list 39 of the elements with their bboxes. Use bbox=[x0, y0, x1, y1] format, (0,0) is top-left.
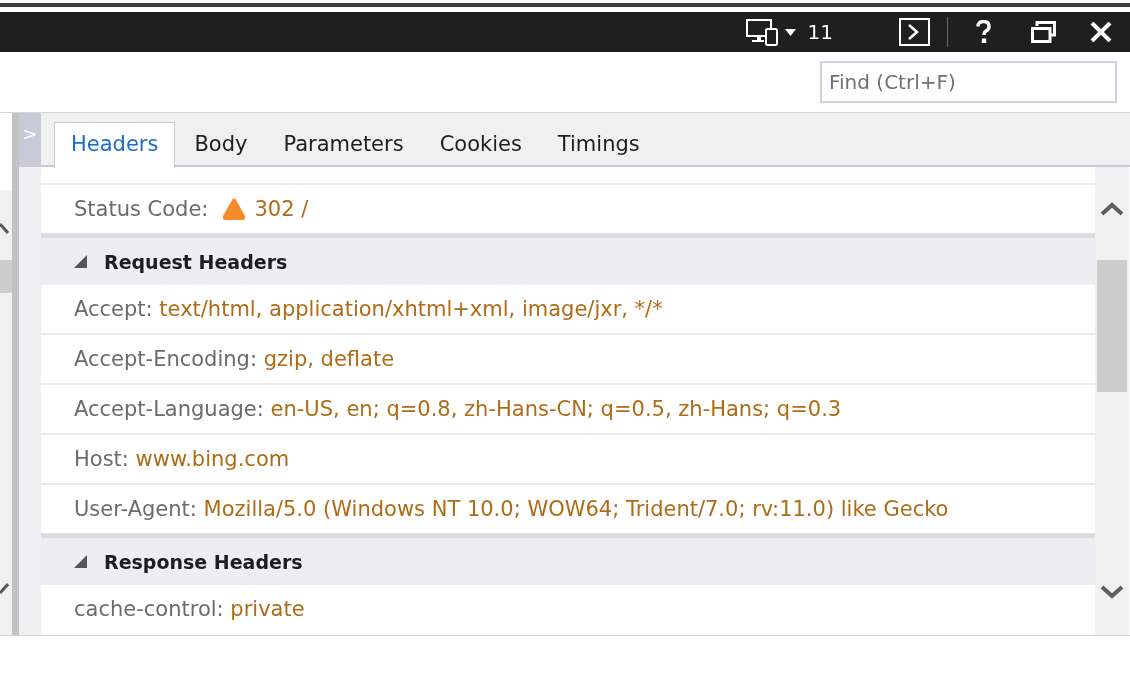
header-value: private bbox=[230, 597, 305, 621]
header-value: gzip, deflate bbox=[263, 347, 395, 371]
help-icon[interactable] bbox=[976, 20, 991, 44]
tab[interactable]: Parameters bbox=[266, 122, 421, 168]
find-field[interactable]: Find (Ctrl+F) bbox=[820, 61, 1117, 103]
header-name: Accept-Encoding: bbox=[74, 347, 257, 371]
header-name: Accept-Language: bbox=[74, 397, 264, 421]
header-value: www.bing.com bbox=[135, 447, 290, 471]
scrollbar-track[interactable] bbox=[1095, 167, 1129, 635]
tab[interactable]: Headers bbox=[54, 122, 176, 168]
scroll-down-icon[interactable] bbox=[1100, 585, 1124, 599]
status-label: Status Code: bbox=[74, 197, 209, 221]
header-name: Host: bbox=[74, 447, 129, 471]
scroll-up-icon[interactable] bbox=[0, 223, 9, 235]
emulation-dropdown[interactable]: 11 bbox=[745, 18, 833, 46]
tab[interactable]: Body bbox=[177, 122, 265, 168]
close-icon[interactable] bbox=[1090, 22, 1112, 42]
console-icon[interactable] bbox=[899, 18, 930, 46]
header-name: User-Agent: bbox=[74, 497, 197, 521]
warning-icon bbox=[222, 198, 247, 220]
section-title: Request Headers bbox=[104, 250, 288, 273]
scroll-down-icon[interactable] bbox=[0, 582, 9, 594]
scrollbar-thumb[interactable] bbox=[1097, 260, 1127, 392]
header-value: Mozilla/5.0 (Windows NT 10.0; WOW64; Trident/7.0; rv:11.0) like Gecko bbox=[203, 497, 949, 521]
section-header[interactable]: Request Headers bbox=[41, 238, 1095, 285]
monitor-phone-icon bbox=[745, 18, 778, 46]
section-header[interactable]: Response Headers bbox=[41, 538, 1095, 585]
header-value: en-US, en; q=0.8, zh-Hans-CN; q=0.5, zh-Hans; q=0.3 bbox=[270, 397, 842, 421]
restore-icon[interactable] bbox=[1031, 21, 1056, 43]
tab[interactable]: Timings bbox=[540, 122, 657, 168]
tab[interactable]: Cookies bbox=[422, 122, 539, 168]
header-name: cache-control: bbox=[74, 597, 224, 621]
section-title: Response Headers bbox=[104, 550, 303, 573]
scroll-up-icon[interactable] bbox=[1100, 202, 1124, 216]
header-name: Accept: bbox=[74, 297, 153, 321]
status-code: 302 / bbox=[254, 197, 309, 221]
caret-icon bbox=[784, 28, 796, 36]
header-value: text/html, application/xhtml+xml, image/jxr, */* bbox=[159, 297, 663, 321]
scrollbar-thumb[interactable] bbox=[0, 260, 12, 293]
